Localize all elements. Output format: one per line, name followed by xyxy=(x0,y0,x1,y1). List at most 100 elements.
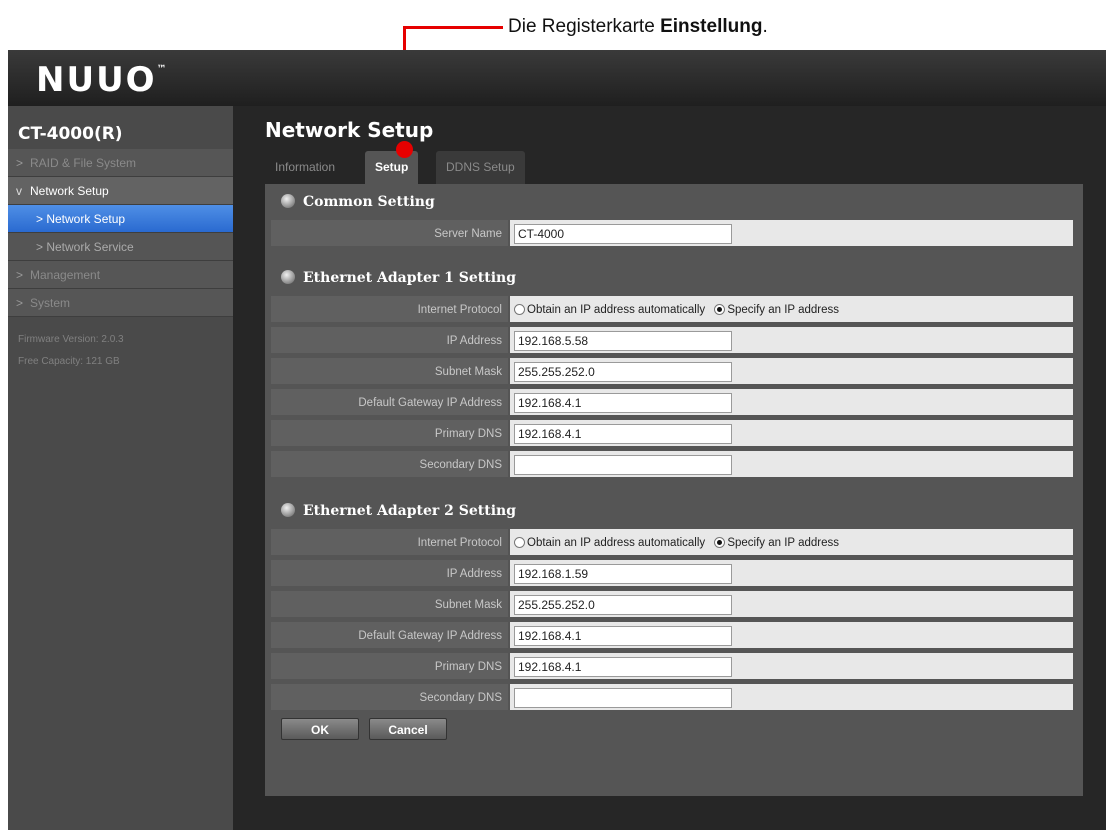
tab-information[interactable]: Information xyxy=(265,151,345,184)
tab-setup[interactable]: Setup xyxy=(365,151,419,184)
adapter1-gateway-row: Default Gateway IP Address 192.168.4.1 xyxy=(271,389,1073,417)
adapter1-gateway-value-cell: 192.168.4.1 xyxy=(510,389,1073,417)
main-content: Network Setup Information Setup DDNS Set… xyxy=(233,106,1106,830)
chevron-down-icon: v xyxy=(16,184,22,198)
sidebar-subitem-network-service[interactable]: > Network Service xyxy=(8,233,233,261)
adapter1-gateway-input[interactable]: 192.168.4.1 xyxy=(514,393,732,413)
top-bar: NUUO™ xyxy=(8,50,1106,106)
sidebar-item-label: RAID & File System xyxy=(30,156,137,170)
sidebar-item-label: Network Setup xyxy=(30,184,109,198)
free-capacity: Free Capacity: 121 GB xyxy=(18,356,120,367)
adapter2-protocol-radio-group: Obtain an IP address automatically Speci… xyxy=(514,534,845,552)
adapter2-ip-input[interactable]: 192.168.1.59 xyxy=(514,564,732,584)
section-common-setting: Common Setting xyxy=(281,194,435,210)
adapter1-ip-input[interactable]: 192.168.5.58 xyxy=(514,331,732,351)
adapter1-dns1-label: Primary DNS xyxy=(271,420,508,448)
adapter1-radio-auto-label[interactable]: Obtain an IP address automatically xyxy=(527,304,705,316)
adapter1-ip-label: IP Address xyxy=(271,327,508,355)
section-adapter2: Ethernet Adapter 2 Setting xyxy=(281,503,516,519)
firmware-version: Firmware Version: 2.0.3 xyxy=(18,334,124,345)
adapter1-ip-row: IP Address 192.168.5.58 xyxy=(271,327,1073,355)
adapter2-mask-input[interactable]: 255.255.252.0 xyxy=(514,595,732,615)
adapter1-protocol-radio-group: Obtain an IP address automatically Speci… xyxy=(514,301,845,319)
adapter2-dns2-row: Secondary DNS xyxy=(271,684,1073,712)
adapter1-mask-row: Subnet Mask 255.255.252.0 xyxy=(271,358,1073,386)
app-window: NUUO™ CT-4000(R) > RAID & File System v Ne… xyxy=(8,50,1106,830)
adapter1-dns1-value-cell: 192.168.4.1 xyxy=(510,420,1073,448)
device-name: CT-4000(R) xyxy=(18,124,123,144)
cancel-button[interactable]: Cancel xyxy=(369,718,447,740)
logo-text: NUUO xyxy=(36,60,157,100)
adapter1-protocol-value-cell: Obtain an IP address automatically Speci… xyxy=(510,296,1073,324)
adapter1-dns2-value-cell xyxy=(510,451,1073,479)
adapter2-radio-manual-label[interactable]: Specify an IP address xyxy=(727,537,839,549)
section-title-label: Ethernet Adapter 2 Setting xyxy=(303,503,517,519)
adapter2-ip-row: IP Address 192.168.1.59 xyxy=(271,560,1073,588)
section-title-label: Ethernet Adapter 1 Setting xyxy=(303,270,517,286)
section-title-label: Common Setting xyxy=(303,194,435,210)
sidebar-item-system[interactable]: > System xyxy=(8,289,233,317)
page-title: Network Setup xyxy=(265,118,434,142)
adapter2-gateway-label: Default Gateway IP Address xyxy=(271,622,508,650)
adapter2-dns2-input[interactable] xyxy=(514,688,732,708)
adapter1-protocol-row: Internet Protocol Obtain an IP address a… xyxy=(271,296,1073,324)
adapter2-protocol-value-cell: Obtain an IP address automatically Speci… xyxy=(510,529,1073,557)
annotation-line-horizontal xyxy=(403,26,503,29)
adapter1-radio-auto[interactable] xyxy=(514,304,525,315)
adapter1-ip-value-cell: 192.168.5.58 xyxy=(510,327,1073,355)
server-name-value-cell: CT-4000 xyxy=(510,220,1073,248)
annotation-suffix: . xyxy=(762,16,768,37)
sidebar: CT-4000(R) > RAID & File System v Network … xyxy=(8,106,233,830)
adapter2-mask-label: Subnet Mask xyxy=(271,591,508,619)
chevron-right-icon: > xyxy=(16,268,24,282)
adapter2-radio-manual[interactable] xyxy=(714,537,726,548)
adapter2-protocol-row: Internet Protocol Obtain an IP address a… xyxy=(271,529,1073,557)
adapter1-mask-input[interactable]: 255.255.252.0 xyxy=(514,362,732,382)
adapter2-dns1-label: Primary DNS xyxy=(271,653,508,681)
sidebar-item-raid[interactable]: > RAID & File System xyxy=(8,149,233,177)
ok-button[interactable]: OK xyxy=(281,718,359,740)
adapter2-protocol-label: Internet Protocol xyxy=(271,529,508,557)
adapter2-dns1-value-cell: 192.168.4.1 xyxy=(510,653,1073,681)
adapter2-dns2-value-cell xyxy=(510,684,1073,712)
adapter1-radio-manual-label[interactable]: Specify an IP address xyxy=(727,304,839,316)
adapter1-dns2-row: Secondary DNS xyxy=(271,451,1073,479)
section-adapter1: Ethernet Adapter 1 Setting xyxy=(281,270,516,286)
adapter1-protocol-label: Internet Protocol xyxy=(271,296,508,324)
adapter2-radio-auto-label[interactable]: Obtain an IP address automatically xyxy=(527,537,705,549)
adapter2-ip-label: IP Address xyxy=(271,560,508,588)
bullet-icon xyxy=(281,503,295,517)
server-name-row: Server Name CT-4000 xyxy=(271,220,1073,248)
server-name-label: Server Name xyxy=(271,220,508,248)
adapter1-mask-value-cell: 255.255.252.0 xyxy=(510,358,1073,386)
adapter2-ip-value-cell: 192.168.1.59 xyxy=(510,560,1073,588)
chevron-right-icon: > xyxy=(16,156,24,170)
sidebar-item-network-setup[interactable]: v Network Setup xyxy=(8,177,233,205)
annotation-caption: Die Registerkarte Einstellung. xyxy=(508,16,768,38)
adapter1-radio-manual[interactable] xyxy=(714,304,726,315)
bullet-icon xyxy=(281,194,295,208)
annotation-pointer-dot xyxy=(396,141,413,158)
sidebar-item-label: System xyxy=(30,296,71,310)
sidebar-item-management[interactable]: > Management xyxy=(8,261,233,289)
adapter1-dns1-input[interactable]: 192.168.4.1 xyxy=(514,424,732,444)
adapter1-mask-label: Subnet Mask xyxy=(271,358,508,386)
tab-ddns-setup[interactable]: DDNS Setup xyxy=(436,151,525,184)
adapter2-dns1-row: Primary DNS 192.168.4.1 xyxy=(271,653,1073,681)
adapter1-gateway-label: Default Gateway IP Address xyxy=(271,389,508,417)
sidebar-subitem-network-setup[interactable]: > Network Setup xyxy=(8,205,233,233)
sidebar-item-label: Management xyxy=(30,268,101,282)
adapter2-radio-auto[interactable] xyxy=(514,537,525,548)
chevron-right-icon: > xyxy=(16,296,24,310)
adapter2-dns1-input[interactable]: 192.168.4.1 xyxy=(514,657,732,677)
adapter2-mask-value-cell: 255.255.252.0 xyxy=(510,591,1073,619)
adapter2-gateway-input[interactable]: 192.168.4.1 xyxy=(514,626,732,646)
annotation-prefix: Die Registerkarte xyxy=(508,16,661,37)
adapter1-dns2-input[interactable] xyxy=(514,455,732,475)
server-name-input[interactable]: CT-4000 xyxy=(514,224,732,244)
adapter2-gateway-value-cell: 192.168.4.1 xyxy=(510,622,1073,650)
adapter2-dns2-label: Secondary DNS xyxy=(271,684,508,712)
adapter1-dns1-row: Primary DNS 192.168.4.1 xyxy=(271,420,1073,448)
settings-panel: Common Setting Server Name CT-4000 Ether… xyxy=(265,184,1083,796)
nuuo-logo: NUUO™ xyxy=(36,60,167,100)
